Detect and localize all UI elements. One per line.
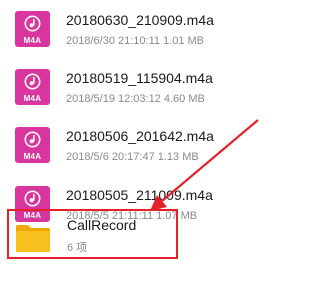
annotation-arrow-icon — [150, 119, 259, 211]
